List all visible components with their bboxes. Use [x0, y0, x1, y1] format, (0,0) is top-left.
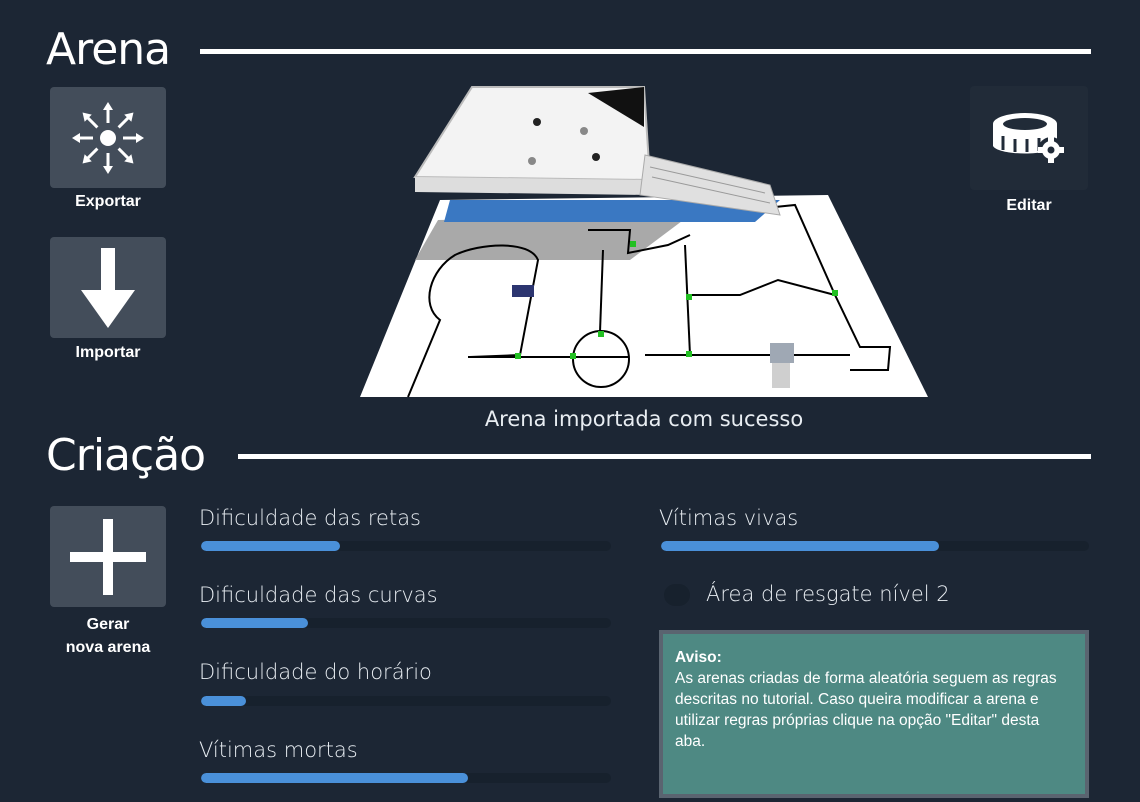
generate-label-line1: Gerar — [86, 616, 130, 633]
export-button[interactable] — [50, 87, 166, 188]
edit-label: Editar — [1006, 197, 1052, 214]
slider-live-victims[interactable] — [661, 541, 1089, 551]
arena-preview — [360, 86, 928, 398]
plus-icon — [70, 518, 146, 595]
obstacle-box — [770, 343, 794, 363]
notice-body: As arenas criadas de forma aleatória seg… — [675, 670, 1057, 750]
arena-section-rule — [200, 49, 1091, 54]
notice-box: Aviso: As arenas criadas de forma aleató… — [659, 630, 1089, 798]
slider-label-time: Dificuldade do horário — [199, 660, 432, 684]
slider-fill — [201, 541, 341, 551]
slider-fill — [661, 541, 940, 551]
generate-arena-button[interactable] — [50, 506, 166, 607]
import-label: Importar — [75, 344, 141, 361]
slider-label-dead-victims: Vítimas mortas — [199, 738, 358, 762]
slider-label-straights: Dificuldade das retas — [199, 506, 421, 530]
slider-straights[interactable] — [201, 541, 611, 551]
slider-dead-victims[interactable] — [201, 773, 611, 783]
slider-label-curves: Dificuldade das curvas — [199, 583, 438, 607]
edit-button[interactable] — [970, 86, 1088, 190]
rescue-level2-label: Área de resgate nível 2 — [706, 582, 950, 606]
notice-title: Aviso: — [675, 649, 722, 666]
generate-label: Gerar nova arena — [40, 613, 176, 659]
download-arrow-icon — [81, 247, 135, 328]
import-button[interactable] — [50, 237, 166, 338]
arena-section-title: Arena — [46, 24, 171, 75]
robot — [512, 285, 534, 297]
slider-label-live-victims: Vítimas vivas — [659, 506, 799, 530]
slider-curves[interactable] — [201, 618, 611, 628]
export-arrows-icon — [72, 101, 144, 174]
export-label: Exportar — [75, 193, 141, 210]
rescue-level2-toggle[interactable] — [664, 584, 690, 606]
generate-label-line2: nova arena — [65, 639, 151, 656]
slider-fill — [201, 618, 308, 628]
creation-section-title: Criação — [46, 430, 206, 481]
status-message: Arena importada com sucesso — [484, 407, 804, 431]
creation-section-rule — [238, 454, 1091, 459]
slider-fill — [201, 773, 468, 783]
slider-fill — [201, 696, 247, 706]
stadium-gear-icon — [993, 113, 1064, 163]
slider-time[interactable] — [201, 696, 611, 706]
